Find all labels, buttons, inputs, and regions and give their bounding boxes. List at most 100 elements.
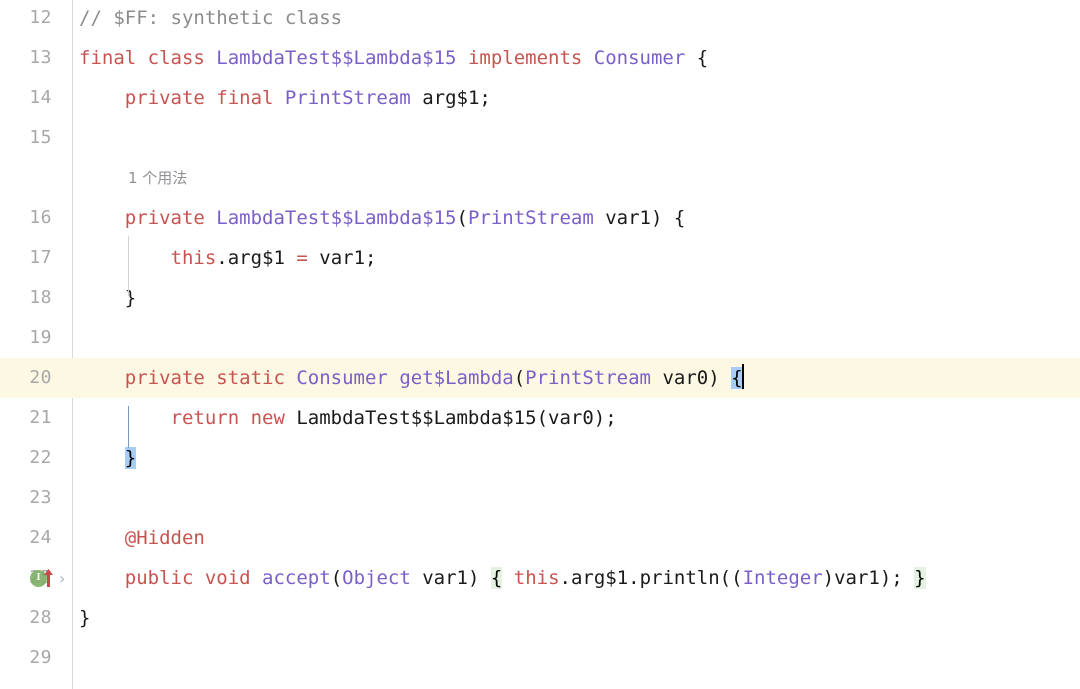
- code-token-cmt: // $FF: synthetic class: [79, 7, 343, 29]
- code-text[interactable]: this.arg$1 = var1;: [79, 238, 377, 278]
- code-token-kw: public void: [124, 567, 263, 589]
- code-token-plain: var1) {: [593, 207, 686, 229]
- code-token-cls: Consumer: [296, 367, 388, 389]
- code-line[interactable]: 28}: [0, 598, 1080, 638]
- code-line[interactable]: 21 return new LambdaTest$$Lambda$15(var0…: [0, 398, 1080, 438]
- code-token-anno: @Hidden: [124, 527, 205, 549]
- code-line[interactable]: 25I› public void accept(Object var1) { t…: [0, 558, 1080, 598]
- line-number: [0, 158, 52, 198]
- line-number: 14: [29, 87, 52, 108]
- line-number: 24: [29, 527, 52, 548]
- indent-guide: [128, 236, 129, 296]
- code-token-plain: arg$1;: [410, 87, 491, 109]
- code-text[interactable]: final class LambdaTest$$Lambda$15 implem…: [79, 38, 708, 78]
- code-text[interactable]: @Hidden: [79, 518, 205, 558]
- fold-expand-chevron-icon[interactable]: ›: [59, 569, 65, 588]
- code-line[interactable]: 15: [0, 118, 1080, 158]
- overriding-method-arrow-icon[interactable]: [43, 568, 54, 588]
- code-line[interactable]: 13 final class LambdaTest$$Lambda$15 impl…: [0, 38, 1080, 78]
- code-token-kw: final class: [79, 47, 217, 69]
- code-line[interactable]: 18 }: [0, 278, 1080, 318]
- code-text[interactable]: private static Consumer get$Lambda(Print…: [79, 358, 744, 398]
- code-token-kw: private static: [124, 367, 297, 389]
- code-text[interactable]: public void accept(Object var1) { this.a…: [79, 558, 926, 598]
- line-number: 18: [29, 287, 52, 308]
- code-token-plain: (: [513, 367, 526, 389]
- code-text[interactable]: private LambdaTest$$Lambda$15(PrintStrea…: [79, 198, 686, 238]
- line-number: 21: [29, 407, 52, 428]
- code-line-current[interactable]: 20 private static Consumer get$Lambda(Pr…: [0, 358, 1080, 398]
- line-number: 28: [29, 607, 52, 628]
- code-token-plain: LambdaTest$$Lambda$15(var0);: [284, 407, 617, 429]
- code-token-kw: implements: [467, 47, 583, 69]
- code-line[interactable]: 17 this.arg$1 = var1;: [0, 238, 1080, 278]
- code-token-kw: private: [124, 207, 217, 229]
- code-line[interactable]: 16 private LambdaTest$$Lambda$15(PrintSt…: [0, 198, 1080, 238]
- gutter-markers[interactable]: I ›: [30, 558, 65, 598]
- code-token-cls: Integer: [742, 567, 823, 589]
- code-token-fold-brace: }: [914, 567, 926, 589]
- code-token-cls: LambdaTest$$Lambda$15: [216, 47, 457, 69]
- line-number: 20: [29, 367, 52, 388]
- code-token-plain: .arg$1.println((: [559, 567, 743, 589]
- code-token-cls: get$Lambda: [399, 367, 514, 389]
- code-text[interactable]: return new LambdaTest$$Lambda$15(var0);: [79, 398, 617, 438]
- code-token-cls: PrintStream: [467, 207, 594, 229]
- text-caret: [741, 364, 744, 389]
- code-line[interactable]: 12 // $FF: synthetic class: [0, 0, 1080, 38]
- code-token-kw: return new: [170, 407, 285, 429]
- line-number: 19: [29, 327, 52, 348]
- line-number: 12: [29, 7, 52, 28]
- code-token-plain: }: [79, 607, 91, 629]
- line-number: 23: [29, 487, 52, 508]
- code-token-plain: )var1);: [822, 567, 915, 589]
- code-token-plain: (: [456, 207, 468, 229]
- code-line[interactable]: 22 }: [0, 438, 1080, 478]
- code-token-cls: LambdaTest$$Lambda$15: [216, 207, 457, 229]
- code-text[interactable]: private final PrintStream arg$1;: [79, 78, 491, 118]
- code-token-kw: this: [170, 247, 217, 269]
- code-line[interactable]: 24 @Hidden: [0, 518, 1080, 558]
- code-token-cls: Object: [342, 567, 411, 589]
- code-token-plain: .arg$1: [216, 247, 297, 269]
- code-token-plain: var1): [410, 567, 491, 589]
- line-number: 15: [29, 127, 52, 148]
- line-number: 16: [29, 207, 52, 228]
- code-token-fold-brace: {: [490, 567, 503, 589]
- line-number: 22: [29, 447, 52, 468]
- code-token-kw: =: [296, 247, 308, 269]
- code-token-brace-match: }: [124, 447, 137, 469]
- code-token-kw: this: [513, 567, 560, 589]
- indent-guide-active: [128, 406, 129, 448]
- code-token-cls: Consumer: [593, 47, 686, 69]
- code-text[interactable]: }: [79, 598, 90, 638]
- code-editor[interactable]: 12 // $FF: synthetic class 13 final class L…: [0, 0, 1080, 689]
- code-token-cls: accept: [262, 567, 331, 589]
- code-line[interactable]: 29: [0, 638, 1080, 678]
- code-token-plain: {: [685, 47, 709, 69]
- line-number: 17: [29, 247, 52, 268]
- code-line[interactable]: [0, 158, 1080, 198]
- code-token-plain: (: [330, 567, 343, 589]
- code-line[interactable]: 19: [0, 318, 1080, 358]
- line-number: 13: [29, 47, 52, 68]
- code-token-plain: var1;: [307, 247, 377, 269]
- code-token-plain: var0): [651, 367, 732, 389]
- code-token-cls: PrintStream: [525, 367, 652, 389]
- line-number: 29: [29, 647, 52, 668]
- code-line[interactable]: 14 private final PrintStream arg$1;: [0, 78, 1080, 118]
- code-text[interactable]: // $FF: synthetic class: [79, 0, 342, 38]
- code-line[interactable]: 23: [0, 478, 1080, 518]
